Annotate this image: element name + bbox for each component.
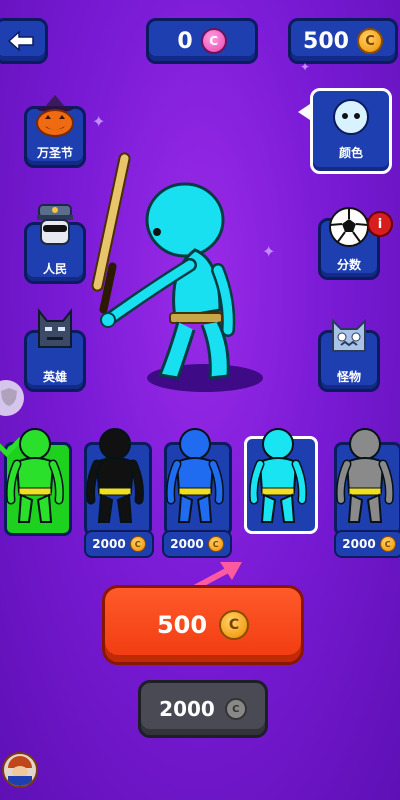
skin-figure (336, 428, 394, 523)
price-tag: 2000 C (334, 530, 400, 558)
category-heroes[interactable]: 英雄 (24, 308, 86, 392)
coin-counter: 500 C (288, 18, 398, 64)
pumpkin-icon (36, 95, 74, 137)
selection-pointer (298, 104, 310, 120)
skins-row (6, 428, 394, 523)
soccer-ball-icon (329, 207, 369, 247)
category-label: 颜色 (338, 146, 363, 160)
category-label: 分数 (336, 258, 361, 272)
coin-icon: C (207, 536, 224, 552)
category-halloween[interactable]: 万圣节 (24, 95, 86, 168)
coin-icon: C (219, 610, 250, 640)
coin-icon: C (129, 536, 146, 552)
gem-icon: C (200, 28, 227, 54)
monster-icon (332, 318, 366, 352)
unlock-button[interactable]: 2000 C (138, 680, 268, 738)
category-people[interactable]: 人民 (24, 204, 86, 284)
category-monsters[interactable]: 怪物 (318, 318, 380, 392)
coin-count: 500 (303, 28, 349, 54)
buy-button[interactable]: 500 C (102, 585, 304, 665)
price-tag: 2000 C (162, 530, 232, 558)
avatar[interactable] (2, 752, 38, 788)
coin-icon: C (356, 28, 383, 54)
skin-figure (166, 428, 224, 523)
gray-coin-icon: C (224, 698, 247, 720)
info-badge[interactable]: i (367, 211, 393, 237)
sparkle-icon: ✦ (92, 112, 106, 131)
skin-figure (86, 428, 144, 523)
category-label: 怪物 (336, 370, 361, 384)
price-tag: 2000 C (84, 530, 154, 558)
category-score[interactable]: 分数 i (318, 207, 393, 280)
gem-count: 0 (177, 28, 193, 54)
buy-price: 500 (156, 611, 208, 639)
face-icon (333, 99, 369, 135)
category-label: 万圣节 (36, 146, 73, 160)
skin-figure (6, 428, 64, 523)
coin-icon: C (379, 536, 396, 552)
baseball-bat-icon (91, 152, 131, 314)
police-icon (37, 204, 73, 245)
bat-mask-icon (38, 308, 72, 348)
category-label: 人民 (42, 262, 67, 276)
category-colors[interactable]: 颜色 (310, 88, 392, 174)
category-label: 英雄 (42, 370, 67, 384)
back-button[interactable] (0, 18, 48, 64)
character-preview (91, 152, 263, 392)
gem-counter: 0 C (146, 18, 258, 64)
sparkle-icon: ✦ (300, 60, 311, 74)
skin-figure (249, 428, 307, 523)
back-arrow-icon (7, 30, 34, 52)
unlock-price: 2000 (159, 697, 215, 721)
